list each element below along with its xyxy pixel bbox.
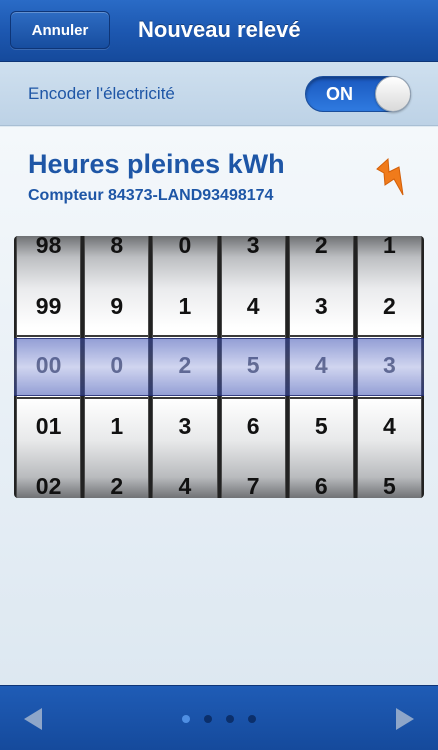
wheel-separator [17, 335, 81, 337]
navigation-bar: Annuler Nouveau relevé [0, 0, 438, 62]
wheel-digit: 4 [246, 293, 260, 319]
counter-wheel[interactable]: 2 3 4 5 6 [288, 236, 354, 498]
left-arrow-icon[interactable] [20, 706, 46, 732]
wheel-digit: 7 [246, 473, 260, 498]
counter-wheel[interactable]: 98 99 00 01 02 [16, 236, 82, 498]
meter-reading-panel: Heures pleines kWh Compteur 84373-LAND93… [0, 127, 438, 685]
wheel-digit: 2 [383, 293, 396, 319]
wheel-digit: 4 [178, 473, 192, 498]
wheel-separator [221, 397, 285, 399]
wheel-digit: 5 [314, 413, 328, 439]
page-indicator [182, 715, 256, 723]
wheel-digit: 2 [110, 473, 124, 498]
wheel-digit: 0 [178, 236, 192, 258]
wheel-digit: 4 [383, 413, 396, 439]
lightning-bolt-icon [376, 157, 404, 196]
wheel-digit: 9 [110, 293, 124, 319]
wheel-digit: 5 [246, 352, 260, 378]
wheel-digit: 02 [35, 473, 62, 498]
wheel-digit: 1 [110, 413, 124, 439]
wheel-digit: 01 [35, 413, 62, 439]
wheel-digit: 5 [383, 473, 396, 498]
wheel-digit: 8 [110, 236, 124, 258]
wheel-separator [357, 397, 422, 399]
counter-wheel[interactable]: 1 2 3 4 5 [356, 236, 423, 498]
page-dot[interactable] [226, 715, 234, 723]
page-dot[interactable] [182, 715, 190, 723]
wheel-digit: 00 [35, 352, 62, 378]
meter-subtitle: Compteur 84373-LAND93498174 [28, 187, 274, 204]
wheel-separator [289, 335, 353, 337]
meter-counter-picker[interactable]: 98 99 00 01 02 8 9 0 1 2 0 1 2 3 4 3 4 5 6 7 2 3 4 5 6 1 2 3 4 5 [14, 236, 424, 498]
page-dot[interactable] [204, 715, 212, 723]
wheel-digit: 3 [314, 293, 328, 319]
wheel-separator [153, 397, 217, 399]
cancel-button[interactable]: Annuler [10, 11, 110, 49]
switch-state-label: ON [326, 83, 353, 104]
wheel-separator [289, 397, 353, 399]
bottom-toolbar [0, 685, 438, 750]
wheel-separator [357, 335, 422, 337]
wheel-digit: 6 [246, 413, 260, 439]
wheel-separator [85, 397, 149, 399]
toggle-label: Encoder l'électricité [28, 84, 175, 103]
right-arrow-icon[interactable] [392, 706, 418, 732]
wheel-digit: 1 [178, 293, 192, 319]
counter-wheel[interactable]: 3 4 5 6 7 [220, 236, 286, 498]
electricity-switch[interactable]: ON [305, 76, 411, 112]
wheel-digit: 3 [178, 413, 192, 439]
electricity-toggle-row: Encoder l'électricité ON [0, 62, 438, 126]
wheel-digit: 6 [314, 473, 328, 498]
wheel-digit: 98 [35, 236, 62, 258]
switch-knob[interactable] [375, 76, 411, 112]
wheel-digit: 3 [246, 236, 260, 258]
wheel-separator [17, 397, 81, 399]
page-dot[interactable] [248, 715, 256, 723]
counter-wheel[interactable]: 8 9 0 1 2 [84, 236, 150, 498]
meter-title: Heures pleines kWh [28, 149, 285, 179]
wheel-digit: 99 [35, 293, 62, 319]
wheel-digit: 0 [110, 352, 124, 378]
wheel-digit: 2 [178, 352, 192, 378]
wheel-digit: 2 [314, 236, 328, 258]
wheel-separator [85, 335, 149, 337]
page-title: Nouveau relevé [138, 17, 301, 42]
counter-wheel[interactable]: 0 1 2 3 4 [152, 236, 218, 498]
wheel-digit: 3 [383, 352, 396, 378]
wheel-digit: 4 [314, 352, 328, 378]
wheel-separator [153, 335, 217, 337]
wheel-separator [221, 335, 285, 337]
wheel-digit: 1 [383, 236, 396, 258]
